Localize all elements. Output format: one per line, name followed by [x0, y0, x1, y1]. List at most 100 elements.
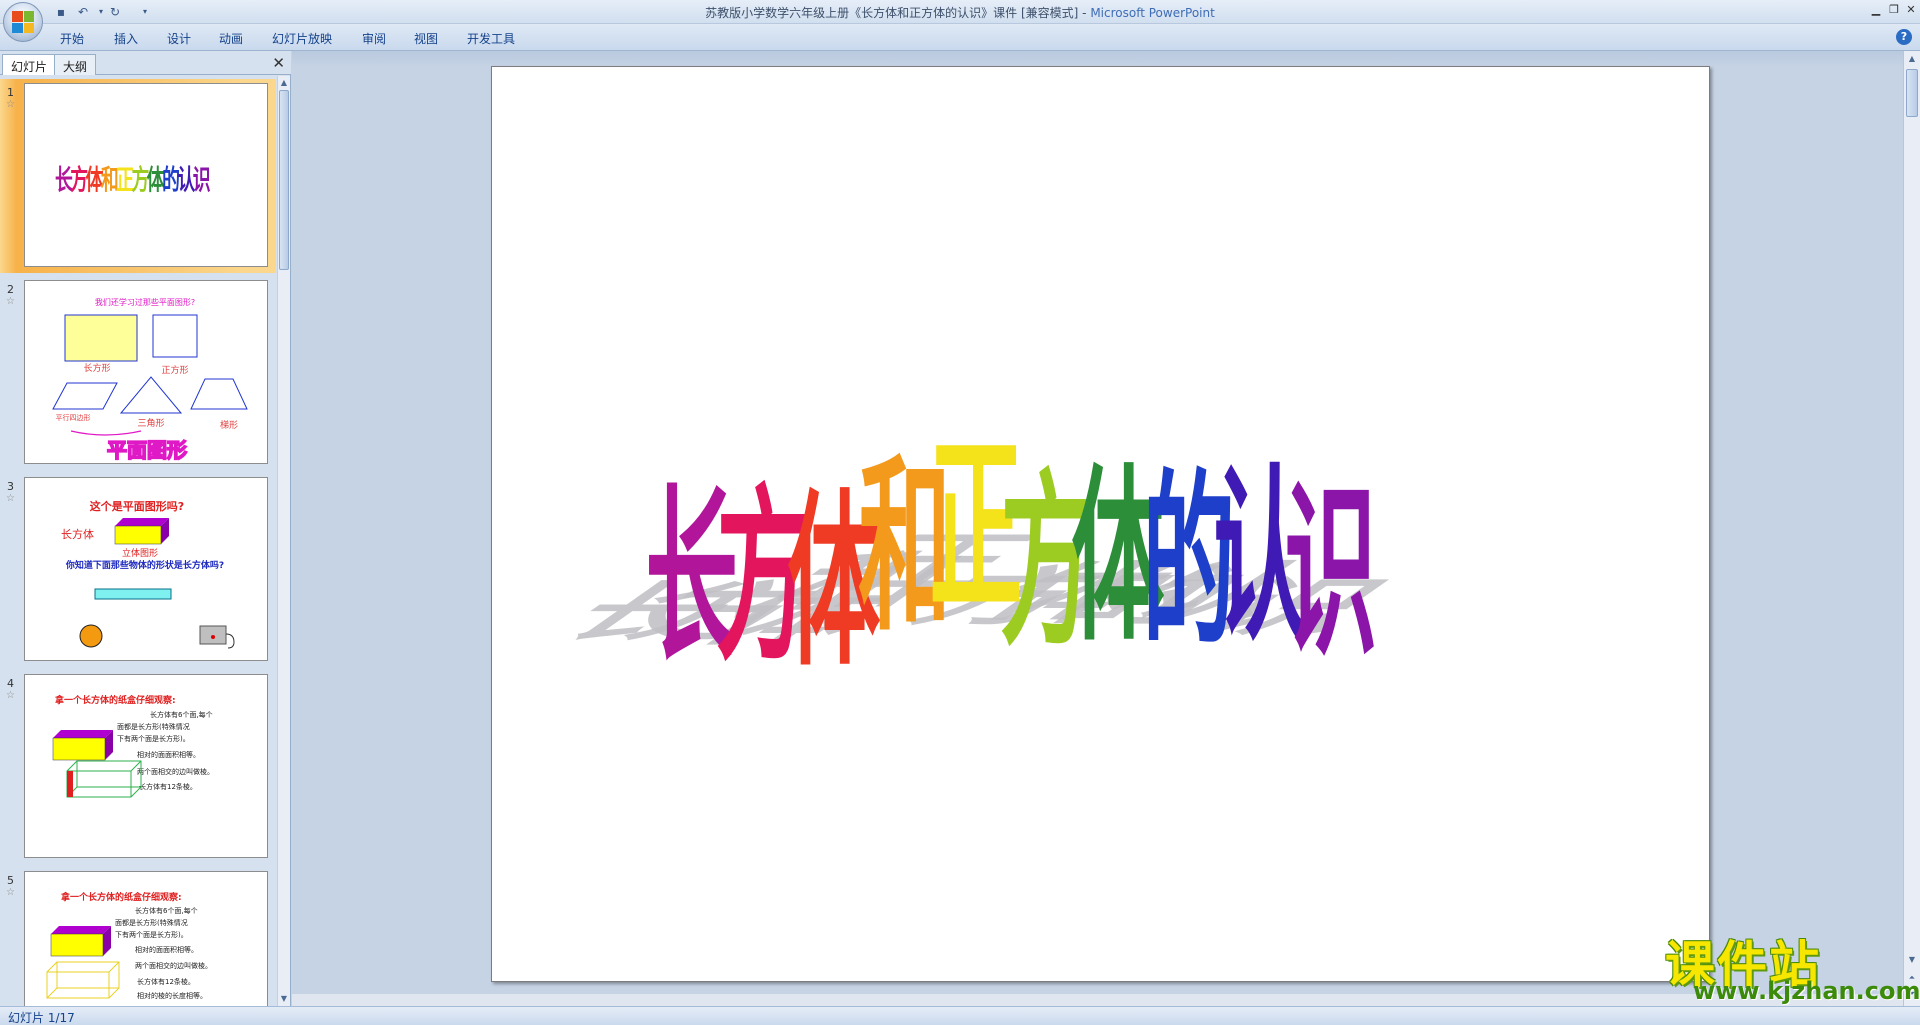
office-logo-icon [12, 11, 34, 33]
slides-pane: 幻灯片 大纲 ✕ 1 ☆ 长方体和正方体的认识 2 ☆ 我们还学习过那些平面图形… [0, 51, 291, 1006]
wireframe-cuboid [66, 760, 142, 798]
slide-thumbnail-1[interactable]: 1 ☆ 长方体和正方体的认识 [0, 79, 276, 273]
scroll-down-icon[interactable]: ▼ [1906, 954, 1918, 966]
wordart-char: 识 [1284, 463, 1377, 681]
slide-number: 5 [7, 874, 14, 887]
slide5-note-4: 相对的面面积相等。 [135, 945, 198, 954]
slide-preview: 我们还学习过那些平面图形? 长方形 正方形 平行四边形 三角形 梯形 平面图形 [24, 280, 268, 464]
slide4-note-3: 下有两个面是长方形)。 [117, 734, 190, 743]
rectangle-shape [64, 314, 138, 362]
tab-developer[interactable]: 开发工具 [467, 30, 515, 47]
animation-star-icon: ☆ [6, 493, 15, 504]
editor-horizontal-scrollbar[interactable] [292, 994, 1903, 1006]
cuboid-front [52, 737, 106, 761]
slide-preview: 这个是平面图形吗? 长方体 立体图形 你知道下面那些物体的形状是长方体吗? [24, 477, 268, 661]
slide-preview: 长方体和正方体的认识 [24, 83, 268, 267]
scroll-up-icon[interactable]: ▲ [278, 77, 290, 89]
slide4-note-2: 面都是长方形(特殊情况 [117, 722, 190, 731]
tab-review[interactable]: 审阅 [362, 30, 386, 47]
slide4-note-4: 相对的面面积相等。 [137, 750, 200, 759]
slide-1-preview-art: 长方体和正方体的认识 [55, 164, 211, 196]
status-bar: 幻灯片 1/17 [0, 1006, 1920, 1025]
slides-pane-scrollbar[interactable]: ▲ ▼ [277, 76, 290, 1006]
tab-animations[interactable]: 动画 [219, 30, 243, 47]
ribbon-tabs: 开始 插入 设计 动画 幻灯片放映 审阅 视图 开发工具 ? [0, 24, 1920, 51]
slide-number: 2 [7, 283, 14, 296]
slide-thumbnail-5[interactable]: 5 ☆ 拿一个长方体的纸盒仔细观察: 长方体有6个面,每个 面都是长方形(特殊情… [0, 867, 276, 1006]
slide-number: 4 [7, 677, 14, 690]
editor-vertical-scrollbar[interactable]: ▲ ▼ ⏶ ⏷ [1903, 51, 1920, 1006]
label-triangle: 三角形 [137, 417, 164, 429]
tab-insert[interactable]: 插入 [114, 30, 138, 47]
title-separator: - [1078, 6, 1091, 20]
slide3-question: 这个是平面图形吗? [90, 499, 184, 513]
slide3-label-solid: 立体图形 [122, 547, 158, 559]
cuboid-top [53, 730, 113, 738]
close-icon[interactable]: ✕ [1902, 2, 1920, 18]
orange-object [79, 624, 103, 648]
tab-slides[interactable]: 幻灯片 [2, 54, 57, 75]
wireframe-cuboid [46, 961, 120, 999]
slide3-label-cuboid: 长方体 [61, 527, 94, 541]
slide-5-preview-art: 拿一个长方体的纸盒仔细观察: 长方体有6个面,每个 面都是长方形(特殊情况 下有… [46, 891, 212, 1000]
window-title: 苏教版小学数学六年级上册《长方体和正方体的认识》课件 [兼容模式] - Micr… [0, 4, 1920, 21]
tab-view[interactable]: 视图 [414, 30, 438, 47]
slide3-question2: 你知道下面那些物体的形状是长方体吗? [65, 559, 224, 571]
tab-design[interactable]: 设计 [167, 30, 191, 47]
slide5-note-3: 下有两个面是长方形)。 [115, 930, 188, 939]
scroll-down-icon[interactable]: ▼ [278, 993, 290, 1005]
cuboid-front [114, 525, 162, 545]
parallelogram-shape [52, 382, 118, 410]
slide-3-preview-art: 这个是平面图形吗? 长方体 立体图形 你知道下面那些物体的形状是长方体吗? [61, 499, 235, 649]
slide2-caption: 平面图形 [107, 438, 187, 462]
title-bar: ▪ ↶ ▾ ↻ ▾ 苏教版小学数学六年级上册《长方体和正方体的认识》课件 [兼容… [0, 0, 1920, 42]
editor-band [292, 51, 1903, 67]
slide-thumbnail-4[interactable]: 4 ☆ 拿一个长方体的纸盒仔细观察: 长方体有6个面,每个 面都是长方形(特殊情… [0, 670, 276, 864]
slide-number: 3 [7, 480, 14, 493]
wordart-title[interactable]: 长方体和正方体的认识 长方体和正方体的认识 [492, 67, 1711, 983]
label-rectangle: 长方形 [83, 362, 110, 374]
scroll-up-icon[interactable]: ▲ [1906, 53, 1918, 65]
tab-slideshow[interactable]: 幻灯片放映 [272, 30, 332, 47]
app-name: Microsoft PowerPoint [1090, 6, 1215, 20]
slide4-note-1: 长方体有6个面,每个 [150, 710, 213, 719]
pane-close-icon[interactable]: ✕ [272, 54, 285, 72]
square-shape [152, 314, 198, 358]
tab-home[interactable]: 开始 [60, 30, 84, 47]
highlight-face [67, 771, 73, 797]
slide-thumbnail-2[interactable]: 2 ☆ 我们还学习过那些平面图形? 长方形 正方形 平行四边形 三角形 梯形 平… [0, 276, 276, 470]
help-icon[interactable]: ? [1896, 29, 1912, 45]
scrollbar-thumb[interactable] [1906, 69, 1918, 117]
slide5-note-6: 长方体有12条棱。 [137, 977, 195, 986]
restore-icon[interactable]: ❐ [1885, 2, 1903, 18]
slide-indicator: 幻灯片 1/17 [8, 1011, 75, 1025]
office-button[interactable] [3, 2, 43, 42]
watermark-url: www.kjzhan.com [1693, 977, 1920, 1005]
slide-2-preview-art: 我们还学习过那些平面图形? 长方形 正方形 平行四边形 三角形 梯形 平面图形 [52, 297, 248, 463]
cuboid-front [50, 933, 104, 957]
brace-line [70, 430, 142, 436]
slide-preview: 拿一个长方体的纸盒仔细观察: 长方体有6个面,每个 面都是长方形(特殊情况 下有… [24, 871, 268, 1006]
tab-outline[interactable]: 大纲 [54, 54, 97, 75]
mouse-cord [225, 633, 235, 649]
pane-tabs: 幻灯片 大纲 ✕ [0, 51, 291, 75]
animation-star-icon: ☆ [6, 690, 15, 701]
thumb-wordart-char: 识 [193, 165, 211, 196]
cuboid-top [51, 926, 111, 934]
slide-thumbnail-3[interactable]: 3 ☆ 这个是平面图形吗? 长方体 立体图形 你知道下面那些物体的形状是长方体吗… [0, 473, 276, 667]
slide2-question: 我们还学习过那些平面图形? [95, 297, 195, 307]
animation-star-icon: ☆ [6, 887, 15, 898]
site-watermark: 课件站 www.kjzhan.com [1665, 925, 1920, 1005]
document-title: 苏教版小学数学六年级上册《长方体和正方体的认识》课件 [兼容模式] [705, 6, 1079, 20]
label-square: 正方形 [161, 364, 188, 376]
slide5-note-5: 两个面相交的边叫做棱。 [135, 961, 212, 970]
label-trapezoid: 梯形 [220, 419, 238, 431]
slide4-heading: 拿一个长方体的纸盒仔细观察: [54, 694, 176, 706]
slide-number: 1 [7, 86, 14, 99]
minimize-icon[interactable]: ▁ [1867, 2, 1885, 18]
bar-object [94, 588, 172, 600]
triangle-shape [119, 376, 183, 414]
current-slide-canvas[interactable]: 长方体和正方体的认识 长方体和正方体的认识 [491, 66, 1710, 982]
scrollbar-thumb[interactable] [279, 90, 289, 270]
slide5-note-7: 相对的棱的长度相等。 [137, 991, 207, 1000]
